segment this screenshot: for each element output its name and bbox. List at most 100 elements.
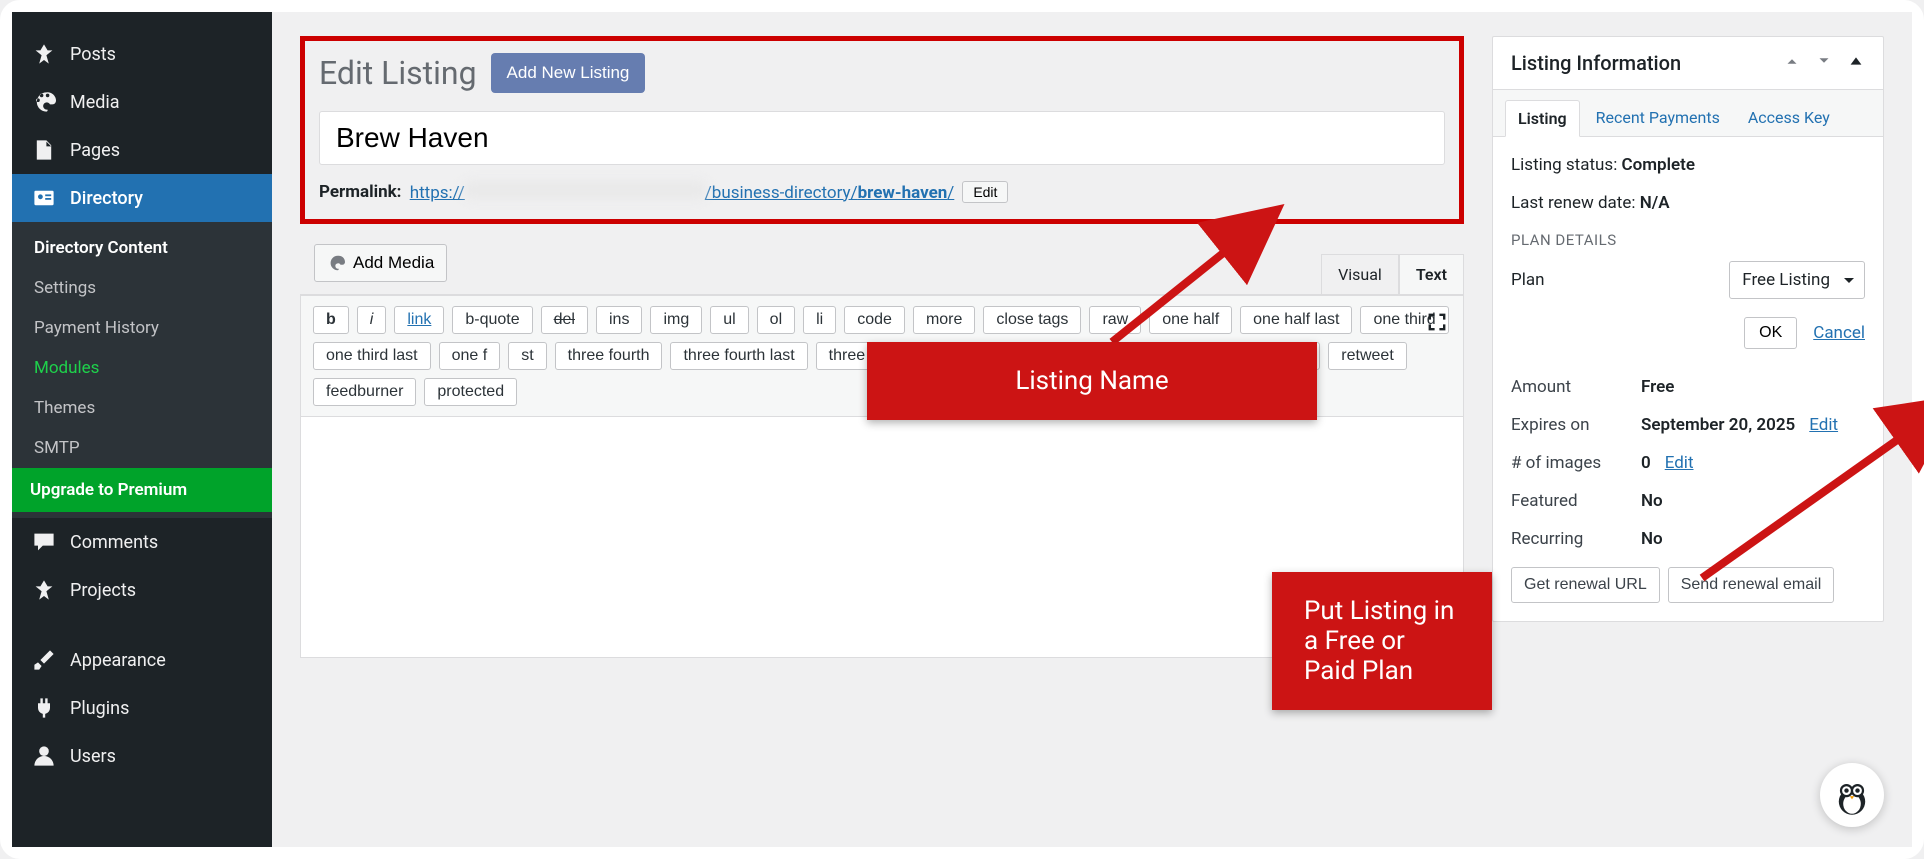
quicktag-more[interactable]: more: [913, 306, 975, 334]
sidebar-item-appearance[interactable]: Appearance: [12, 636, 272, 684]
quicktag-i[interactable]: i: [357, 306, 387, 334]
quicktag-img[interactable]: img: [650, 306, 702, 334]
sidebar-item-label: Directory: [70, 188, 143, 209]
permalink-edit-button[interactable]: Edit: [962, 181, 1008, 203]
recurring-value: No: [1641, 529, 1663, 549]
quicktag-ins[interactable]: ins: [596, 306, 642, 334]
editor-tab-text[interactable]: Text: [1399, 254, 1464, 294]
penguin-icon: [1830, 773, 1874, 817]
metabox-title: Listing Information: [1511, 51, 1681, 75]
pin-icon: [30, 42, 58, 66]
sidebar-sub-smtp[interactable]: SMTP: [12, 428, 272, 468]
sidebar-sub-themes[interactable]: Themes: [12, 388, 272, 428]
get-renewal-url-button[interactable]: Get renewal URL: [1511, 567, 1660, 603]
page-title: Edit Listing: [319, 54, 477, 92]
sidebar-sub-settings[interactable]: Settings: [12, 268, 272, 308]
brush-icon: [30, 648, 58, 672]
sidebar-sub-payment-history[interactable]: Payment History: [12, 308, 272, 348]
quicktag-raw[interactable]: raw: [1089, 306, 1141, 334]
listing-information-metabox: Listing Information Listing Recent Payme…: [1492, 36, 1884, 622]
media-icon: [30, 90, 58, 114]
quicktag-st[interactable]: st: [508, 342, 546, 370]
sidebar-item-plugins[interactable]: Plugins: [12, 684, 272, 732]
quicktag-one-half[interactable]: one half: [1149, 306, 1232, 334]
last-renew-value: N/A: [1640, 193, 1670, 213]
quicktag-one-half-last[interactable]: one half last: [1240, 306, 1352, 334]
images-value: 0: [1641, 453, 1651, 473]
permalink-label: Permalink:: [319, 182, 401, 202]
quicktag-b[interactable]: b: [313, 306, 349, 334]
user-icon: [30, 744, 58, 768]
sidebar-item-label: Posts: [70, 44, 116, 65]
permalink-row: Permalink: https:///business-directory/b…: [319, 181, 1445, 203]
sidebar-upgrade-premium[interactable]: Upgrade to Premium: [12, 468, 272, 512]
right-panel: Listing Information Listing Recent Payme…: [1492, 12, 1912, 847]
plan-cancel-link[interactable]: Cancel: [1813, 323, 1865, 343]
chevron-down-icon[interactable]: [1815, 52, 1833, 74]
recurring-label: Recurring: [1511, 529, 1641, 549]
metabox-tab-recent-payments[interactable]: Recent Payments: [1584, 100, 1732, 136]
sidebar-sub-modules[interactable]: Modules: [12, 348, 272, 388]
sidebar-item-users[interactable]: Users: [12, 732, 272, 780]
quicktag-one-f[interactable]: one f: [439, 342, 501, 370]
sidebar-item-projects[interactable]: Projects: [12, 566, 272, 614]
plug-icon: [30, 696, 58, 720]
add-media-button[interactable]: Add Media: [314, 244, 447, 282]
quicktag-ol[interactable]: ol: [757, 306, 795, 334]
plan-ok-button[interactable]: OK: [1744, 317, 1797, 349]
sidebar-directory-submenu: Directory Content Settings Payment Histo…: [12, 222, 272, 518]
quicktag-b-quote[interactable]: b-quote: [452, 306, 532, 334]
annotation-plan-hint: Put Listing in a Free or Paid Plan: [1272, 572, 1492, 710]
plan-details-heading: PLAN DETAILS: [1511, 231, 1865, 249]
quicktag-code[interactable]: code: [844, 306, 905, 334]
sidebar-item-label: Pages: [70, 140, 120, 161]
fullscreen-icon[interactable]: [1425, 310, 1449, 338]
pin-icon: [30, 578, 58, 602]
quicktag-ul[interactable]: ul: [710, 306, 748, 334]
caret-up-icon[interactable]: [1847, 52, 1865, 74]
expires-value: September 20, 2025: [1641, 415, 1795, 435]
help-fab[interactable]: [1820, 763, 1884, 827]
amount-value: Free: [1641, 377, 1674, 397]
featured-value: No: [1641, 491, 1663, 511]
chevron-up-icon[interactable]: [1783, 52, 1801, 74]
sidebar-item-posts[interactable]: Posts: [12, 30, 272, 78]
quicktag-three-fourth-last[interactable]: three fourth last: [670, 342, 807, 370]
permalink-link[interactable]: https:///business-directory/brew-haven/: [410, 182, 955, 203]
sidebar-sub-directory-content[interactable]: Directory Content: [12, 228, 272, 268]
listing-status-value: Complete: [1622, 155, 1696, 175]
plan-select[interactable]: Free Listing: [1729, 261, 1865, 299]
listing-title-input[interactable]: [319, 111, 1445, 165]
listing-name-highlight: Edit Listing Add New Listing Permalink: …: [300, 36, 1464, 224]
expires-label: Expires on: [1511, 415, 1641, 435]
comment-icon: [30, 530, 58, 554]
last-renew-label: Last renew date:: [1511, 193, 1636, 213]
quicktag-li[interactable]: li: [803, 306, 836, 334]
sidebar-item-label: Media: [70, 92, 120, 113]
metabox-tab-access-key[interactable]: Access Key: [1736, 100, 1842, 136]
featured-label: Featured: [1511, 491, 1641, 511]
sidebar-item-comments[interactable]: Comments: [12, 518, 272, 566]
quicktag-retweet[interactable]: retweet: [1328, 342, 1406, 370]
send-renewal-email-button[interactable]: Send renewal email: [1668, 567, 1835, 603]
main-content: Edit Listing Add New Listing Permalink: …: [272, 12, 1492, 847]
sidebar-item-pages[interactable]: Pages: [12, 126, 272, 174]
quicktag-one-third-last[interactable]: one third last: [313, 342, 431, 370]
editor-tab-visual[interactable]: Visual: [1321, 254, 1399, 294]
quicktag-protected[interactable]: protected: [424, 378, 517, 406]
admin-sidebar: Posts Media Pages Directory Directory Co…: [12, 12, 272, 847]
metabox-tab-listing[interactable]: Listing: [1505, 100, 1580, 137]
amount-label: Amount: [1511, 377, 1641, 397]
permalink-blurred-domain: [465, 182, 705, 198]
sidebar-item-media[interactable]: Media: [12, 78, 272, 126]
expires-edit-link[interactable]: Edit: [1809, 415, 1838, 435]
quicktag-three-fourth[interactable]: three fourth: [555, 342, 663, 370]
add-new-listing-button[interactable]: Add New Listing: [491, 53, 646, 93]
sidebar-item-label: Plugins: [70, 698, 129, 719]
images-edit-link[interactable]: Edit: [1665, 453, 1694, 473]
sidebar-item-directory[interactable]: Directory: [12, 174, 272, 222]
quicktag-del[interactable]: del: [541, 306, 588, 334]
quicktag-link[interactable]: link: [394, 306, 444, 334]
quicktag-close-tags[interactable]: close tags: [983, 306, 1081, 334]
quicktag-feedburner[interactable]: feedburner: [313, 378, 416, 406]
